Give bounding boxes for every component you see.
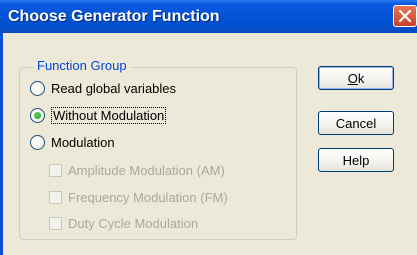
checkbox-box[interactable]: [49, 190, 62, 204]
checkbox-label: Frequency Modulation (FM): [68, 189, 228, 205]
checkbox-label: Duty Cycle Modulation: [68, 215, 199, 231]
radio-label: Read global variables: [51, 80, 177, 96]
help-button[interactable]: Help: [318, 148, 394, 172]
checkbox-box[interactable]: [49, 216, 62, 230]
function-group-label: Function Group: [34, 58, 130, 74]
dialog-title: Choose Generator Function: [8, 8, 220, 25]
radio-circle-selected[interactable]: [30, 107, 45, 123]
checkbox-duty-cycle-modulation[interactable]: Duty Cycle Modulation: [49, 214, 198, 232]
radio-label: Without Modulation: [51, 106, 167, 124]
close-icon: [399, 10, 411, 22]
radio-label: Modulation: [51, 134, 115, 150]
radio-read-global-variables[interactable]: Read global variables: [30, 79, 176, 97]
radio-circle[interactable]: [30, 80, 45, 96]
checkbox-label: Amplitude Modulation (AM): [68, 162, 225, 178]
title-bar[interactable]: Choose Generator Function: [0, 0, 417, 33]
checkbox-amplitude-modulation[interactable]: Amplitude Modulation (AM): [49, 161, 225, 179]
radio-without-modulation[interactable]: Without Modulation: [30, 106, 167, 124]
close-button[interactable]: [393, 5, 417, 27]
radio-modulation[interactable]: Modulation: [30, 133, 115, 151]
window-frame: [0, 33, 3, 255]
ok-button[interactable]: Ok: [318, 66, 394, 90]
radio-circle[interactable]: [30, 134, 45, 150]
ok-label-rest: k: [357, 70, 365, 86]
cancel-button[interactable]: Cancel: [318, 111, 394, 135]
checkbox-box[interactable]: [49, 163, 62, 177]
ok-mnemonic: O: [347, 70, 358, 86]
choose-generator-function-dialog: Choose Generator Function Function Group…: [0, 0, 417, 255]
checkbox-frequency-modulation[interactable]: Frequency Modulation (FM): [49, 188, 228, 206]
